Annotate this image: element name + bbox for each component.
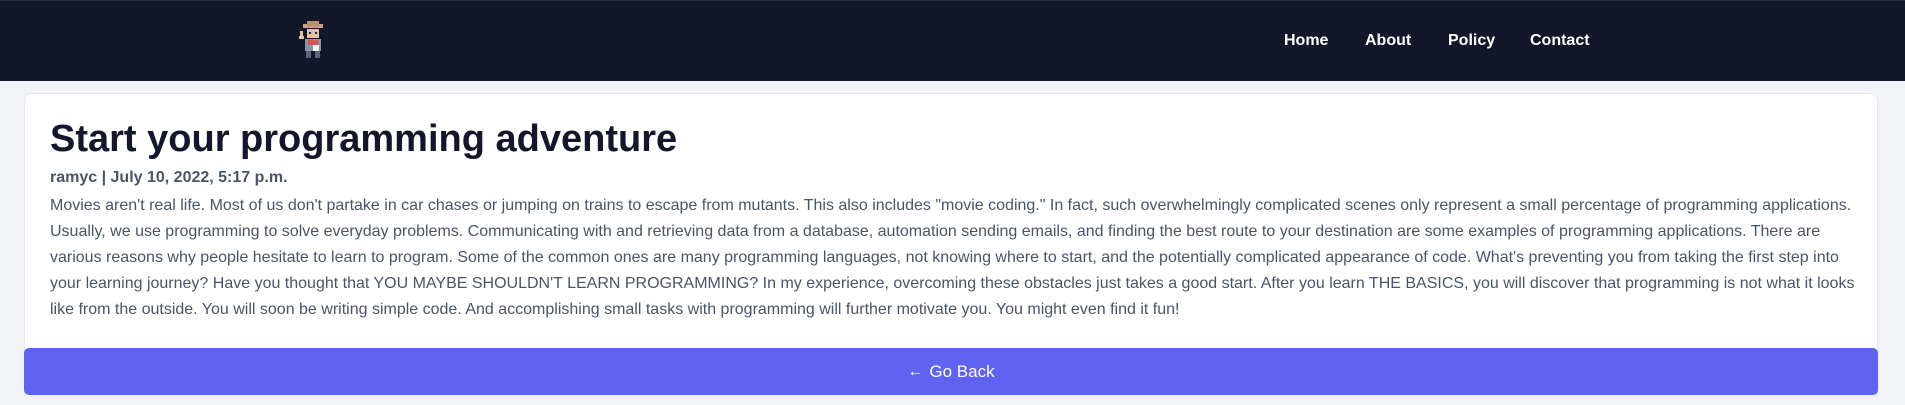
site-logo[interactable]	[296, 21, 330, 59]
post-body: Movies aren't real life. Most of us don'…	[50, 197, 1855, 318]
nav-link-policy[interactable]: Policy	[1448, 32, 1495, 50]
arrow-left-icon: ←	[907, 362, 924, 380]
post-meta: ramyc | July 10, 2022, 5:17 p.m.	[50, 169, 288, 186]
go-back-button[interactable]: ← Go Back	[24, 348, 1878, 395]
cowboy-avatar-icon	[299, 21, 323, 58]
nav-link-about[interactable]: About	[1365, 32, 1411, 50]
navbar: Home About Policy Contact	[0, 0, 1905, 81]
nav-link-contact[interactable]: Contact	[1530, 32, 1590, 50]
go-back-label: Go Back	[929, 361, 995, 381]
post-title: Start your programming adventure	[50, 118, 678, 160]
nav-link-home[interactable]: Home	[1284, 32, 1328, 50]
